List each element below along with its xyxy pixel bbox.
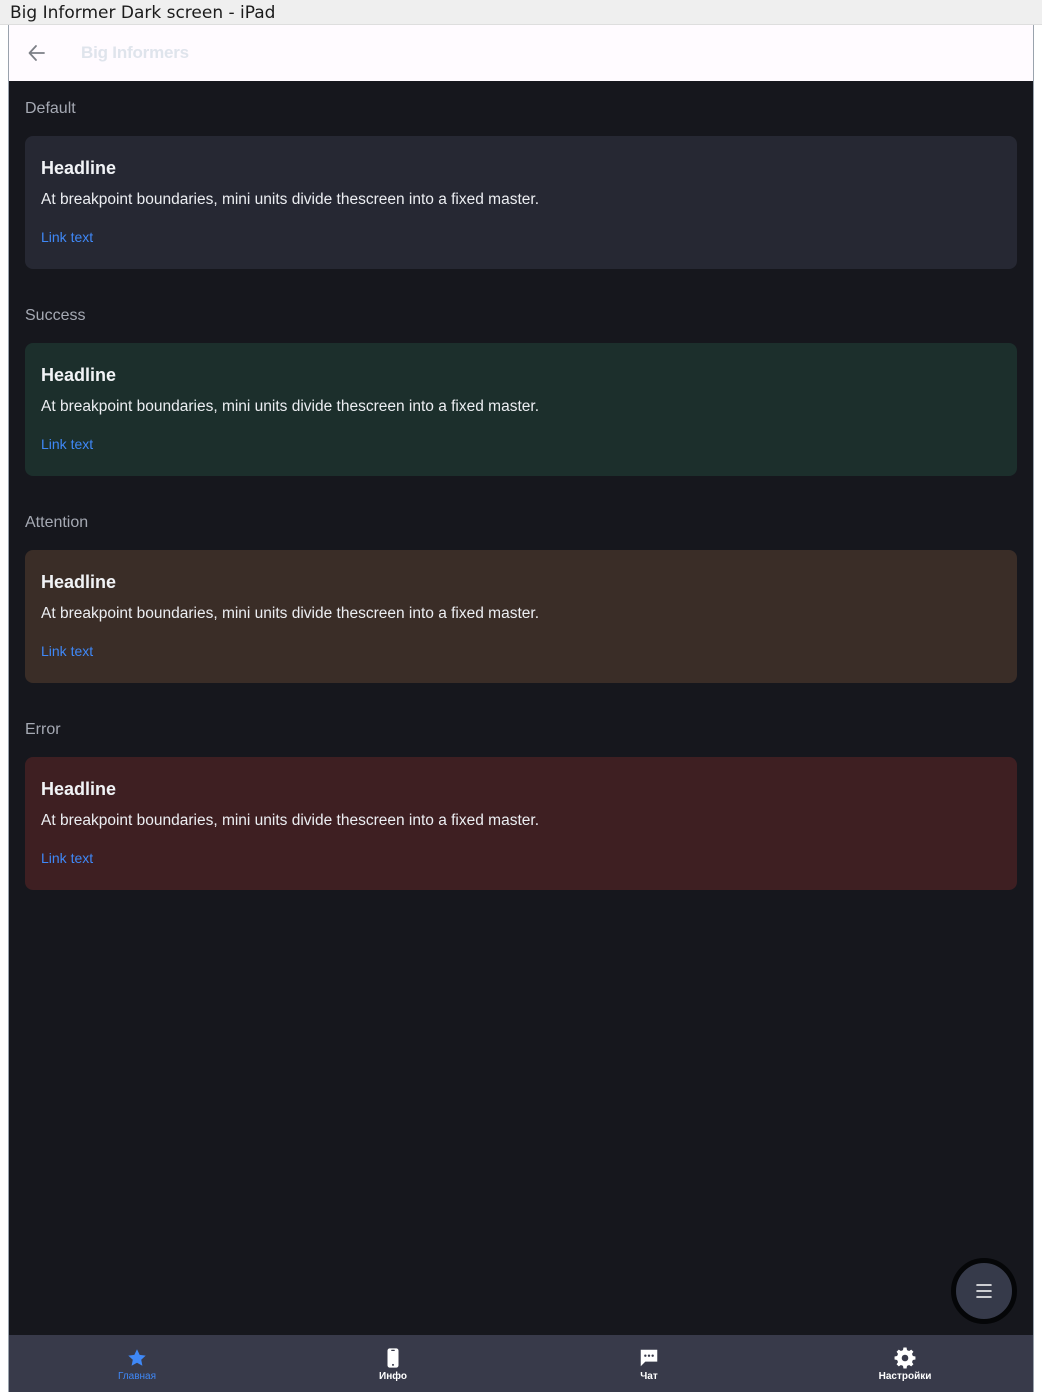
window-title: Big Informer Dark screen - iPad xyxy=(0,0,1042,25)
gear-icon xyxy=(894,1347,916,1369)
card-link[interactable]: Link text xyxy=(41,643,93,659)
informer-card-success: Headline At breakpoint boundaries, mini … xyxy=(25,343,1017,476)
informer-list: Default Headline At breakpoint boundarie… xyxy=(25,81,1017,909)
nav-item-settings[interactable]: Настройки xyxy=(777,1335,1033,1392)
informer-card-attention: Headline At breakpoint boundaries, mini … xyxy=(25,550,1017,683)
card-headline: Headline xyxy=(41,779,117,799)
star-icon xyxy=(126,1347,148,1369)
card-headline: Headline xyxy=(41,365,117,385)
bottom-navigation: Главная Инфо Чат Настройки xyxy=(9,1335,1033,1392)
card-headline: Headline xyxy=(41,572,117,592)
nav-label: Настройки xyxy=(878,1371,932,1382)
back-button[interactable] xyxy=(23,39,51,67)
phone-icon xyxy=(382,1347,404,1369)
nav-label: Главная xyxy=(117,1371,157,1382)
app-bar: Big Informers xyxy=(9,25,1033,81)
nav-item-home[interactable]: Главная xyxy=(9,1335,265,1392)
section-label-attention: Attention xyxy=(25,514,89,531)
arrow-left-icon xyxy=(28,45,45,61)
menu-icon xyxy=(976,1284,992,1298)
card-link[interactable]: Link text xyxy=(41,850,93,866)
nav-item-chat[interactable]: Чат xyxy=(521,1335,777,1392)
nav-label: Чат xyxy=(640,1371,658,1382)
card-link[interactable]: Link text xyxy=(41,229,93,245)
card-text: At breakpoint boundaries, mini units div… xyxy=(41,398,539,415)
card-text: At breakpoint boundaries, mini units div… xyxy=(41,191,539,208)
menu-fab-button[interactable] xyxy=(951,1258,1017,1324)
page-title: Big Informers xyxy=(81,43,189,62)
section-label-success: Success xyxy=(25,307,86,324)
section-label-error: Error xyxy=(25,721,61,738)
informer-card-error: Headline At breakpoint boundaries, mini … xyxy=(25,757,1017,890)
informer-card-default: Headline At breakpoint boundaries, mini … xyxy=(25,136,1017,269)
nav-label: Инфо xyxy=(379,1371,407,1382)
chat-icon xyxy=(638,1347,660,1369)
card-link[interactable]: Link text xyxy=(41,436,93,452)
section-label-default: Default xyxy=(25,100,76,117)
card-text: At breakpoint boundaries, mini units div… xyxy=(41,605,539,622)
card-headline: Headline xyxy=(41,158,117,178)
nav-item-info[interactable]: Инфо xyxy=(265,1335,521,1392)
device-screen: Big Informers Default Headline At breakp… xyxy=(8,25,1034,1392)
card-text: At breakpoint boundaries, mini units div… xyxy=(41,812,539,829)
